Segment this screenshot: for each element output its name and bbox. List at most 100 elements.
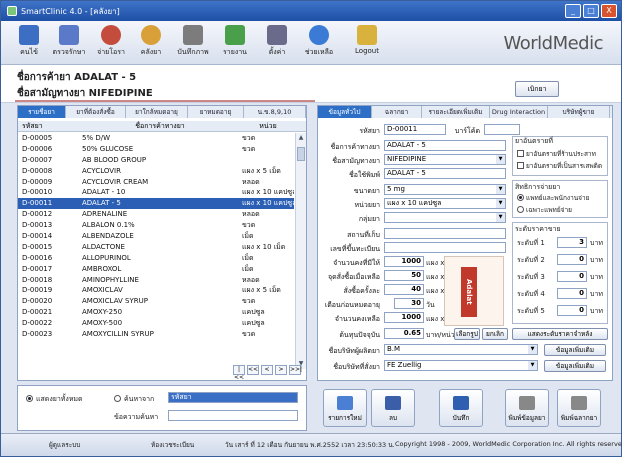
maximize-button[interactable]: □	[583, 4, 599, 18]
price-level-input[interactable]: 0	[557, 271, 587, 282]
price-level-input[interactable]: 0	[557, 305, 587, 316]
pager-first-button[interactable]: |<<	[233, 365, 245, 381]
search-input[interactable]	[168, 410, 298, 421]
close-button[interactable]: X	[601, 4, 617, 18]
drug-type-checkbox-2[interactable]	[517, 162, 524, 169]
table-row[interactable]: D-00012 ADRENALINE หลอด	[18, 209, 294, 220]
action-bar: รายการใหม่ ลบ บันทึก พิมพ์ข้อมูลยา พิมพ์…	[317, 385, 613, 431]
cell-code: D-00006	[22, 144, 53, 153]
table-row[interactable]: D-00022 AMOXY-500 แคปซูล	[18, 318, 294, 329]
generic-name-select[interactable]: NIFEDIPINE ▼	[384, 154, 506, 165]
table-row[interactable]: D-00007 AB BLOOD GROUP	[18, 155, 294, 166]
scroll-thumb[interactable]	[297, 147, 305, 161]
price-level-input[interactable]: 3	[557, 237, 587, 248]
group-select[interactable]: ▼	[384, 212, 506, 223]
tab-forms[interactable]: น.ข.8,9,10	[244, 106, 306, 118]
tab-expired[interactable]: ยาหมดอายุ	[188, 106, 244, 118]
drug-type-checkbox-1[interactable]	[517, 150, 524, 157]
table-row[interactable]: D-00014 ALBENDAZOLE เม็ด	[18, 231, 294, 242]
show-all-radio[interactable]	[26, 395, 33, 402]
toolbar-dispense-button[interactable]: จ่ายโอรา	[91, 25, 131, 58]
expire-field[interactable]: 30	[394, 298, 424, 309]
toolbar-report-button[interactable]: รายงาน	[215, 25, 255, 58]
delete-button[interactable]: ลบ	[371, 389, 415, 427]
tab-general[interactable]: ข้อมูลทั่วไป	[318, 106, 372, 118]
table-row[interactable]: D-00010 ADALAT - 10 แผง x 10 แคปซูล	[18, 187, 294, 198]
toolbar-help-button[interactable]: ช่วยเหลือ	[299, 25, 339, 58]
cell-name: AMINOPHYLLINE	[82, 275, 139, 284]
stock-field[interactable]: 1000	[384, 256, 424, 267]
toolbar-examine-button[interactable]: ตรวจรักษา	[49, 25, 89, 58]
minimize-button[interactable]: _	[565, 4, 581, 18]
code-field[interactable]: D-00011	[384, 124, 446, 135]
column-unit[interactable]: หน่วย	[238, 121, 294, 131]
tab-near-expiry[interactable]: ยาใกล้หมดอายุ	[126, 106, 188, 118]
trade-name-field[interactable]: ADALAT - 5	[384, 140, 506, 151]
tab-vendor[interactable]: บริษัทผู้ขาย	[548, 106, 610, 118]
print-label-button[interactable]: พิมพ์ฉลากยา	[557, 389, 601, 427]
tab-reorder[interactable]: ยาที่ต้องสั่งซื้อ	[66, 106, 126, 118]
pick-image-button[interactable]: เลือกรูป	[454, 328, 480, 340]
rights-radio-2[interactable]	[517, 206, 524, 213]
rights-radio-1[interactable]	[517, 194, 524, 201]
unit-select[interactable]: แผง x 10 แคปซูล ▼	[384, 198, 506, 209]
dispense-drug-button[interactable]: เบิกยา	[515, 81, 559, 97]
column-name[interactable]: ชื่อการค้าทางยา	[78, 121, 238, 131]
maker-more-button[interactable]: ข้อมูลเพิ่มเติม	[544, 344, 606, 356]
table-row[interactable]: D-00009 ACYCLOVIR CREAM หลอด	[18, 177, 294, 188]
print-name-field[interactable]: ADALAT - 5	[384, 168, 506, 179]
table-row[interactable]: D-00016 ALLOPURINOL เม็ด	[18, 253, 294, 264]
toolbar-settings-button[interactable]: ตั้งค่า	[257, 25, 297, 58]
order-field[interactable]: 40	[384, 284, 424, 295]
search-by-radio[interactable]	[114, 395, 121, 402]
cost-field[interactable]: 0.65	[384, 328, 424, 339]
location-field[interactable]	[384, 228, 506, 239]
cell-name: ADALAT - 5	[82, 199, 121, 208]
tab-label[interactable]: ฉลากยา	[372, 106, 422, 118]
price-level-input[interactable]: 0	[557, 254, 587, 265]
regno-field[interactable]	[384, 242, 506, 253]
barcode-field[interactable]	[484, 124, 520, 135]
cell-unit: ขวด	[242, 144, 256, 153]
more-price-button[interactable]: แสดงระดับราคาจำหลัง	[512, 328, 608, 340]
tab-drug-list[interactable]: รายชื่อยา	[18, 106, 66, 118]
toolbar-camera-button[interactable]: บันทึกภาพ	[173, 25, 213, 58]
seller-more-button[interactable]: ข้อมูลเพิ่มเติม	[544, 360, 606, 372]
maker-select[interactable]: B.M ▼	[384, 344, 538, 355]
save-button[interactable]: บันทึก	[439, 389, 483, 427]
price-levels-group: ระดับราคาขาย ระดับที่ 1 3 บาท ระดับที่ 2 0 บา…	[512, 222, 608, 324]
table-row[interactable]: D-00023 AMOXYCILLIN SYRUP ขวด	[18, 329, 294, 340]
list-scrollbar[interactable]: ▲ ▼	[295, 133, 306, 369]
cancel-image-button[interactable]: ยกเลิก	[482, 328, 508, 340]
search-field-select[interactable]: รหัสยา	[168, 392, 298, 403]
table-row[interactable]: D-00011 ADALAT - 5 แผง x 10 แคปซูล	[18, 198, 294, 210]
table-row[interactable]: D-00015 ALDACTONE แผง x 10 เม็ด	[18, 242, 294, 253]
scroll-up-icon[interactable]: ▲	[296, 133, 306, 143]
table-row[interactable]: D-00013 ALBALON 0.1% ขวด	[18, 220, 294, 231]
reorder-field[interactable]: 50	[384, 270, 424, 281]
table-row[interactable]: D-00008 ACYCLOVIR แผง x 5 เม็ด	[18, 166, 294, 177]
size-select[interactable]: 5 mg ▼	[384, 184, 506, 195]
toolbar-logout-button[interactable]: Logout	[347, 25, 387, 55]
toolbar-patient-button[interactable]: คนไข้	[9, 25, 49, 58]
chevron-down-icon: ▼	[496, 185, 505, 194]
tab-drug-interaction[interactable]: Drug Interaction	[490, 106, 548, 118]
pager-last-button[interactable]: >>|	[289, 365, 302, 375]
table-row[interactable]: D-00017 AMBROXOL เม็ด	[18, 264, 294, 275]
pager-prev-button[interactable]: <	[261, 365, 273, 375]
pager-next-button[interactable]: >	[275, 365, 287, 375]
table-row[interactable]: D-00020 AMOXICLAV SYRUP ขวด	[18, 296, 294, 307]
table-row[interactable]: D-00021 AMOXY-250 แคปซูล	[18, 307, 294, 318]
table-row[interactable]: D-00005 5% D/W ขวด	[18, 133, 294, 144]
column-code[interactable]: รหัสยา	[18, 121, 78, 131]
toolbar-stock-button[interactable]: คลังยา	[131, 25, 171, 58]
print-info-button[interactable]: พิมพ์ข้อมูลยา	[505, 389, 549, 427]
table-row[interactable]: D-00018 AMINOPHYLLINE หลอด	[18, 275, 294, 286]
tab-details[interactable]: รายละเอียดเพิ่มเติม	[422, 106, 490, 118]
table-row[interactable]: D-00006 50% GLUCOSE ขวด	[18, 144, 294, 155]
seller-select[interactable]: FE Zuellig ▼	[384, 360, 538, 371]
pager-prev-page-button[interactable]: <<	[247, 365, 259, 375]
table-row[interactable]: D-00019 AMOXICLAV แผง x 5 เม็ด	[18, 285, 294, 296]
new-item-button[interactable]: รายการใหม่	[323, 389, 367, 427]
price-level-input[interactable]: 0	[557, 288, 587, 299]
